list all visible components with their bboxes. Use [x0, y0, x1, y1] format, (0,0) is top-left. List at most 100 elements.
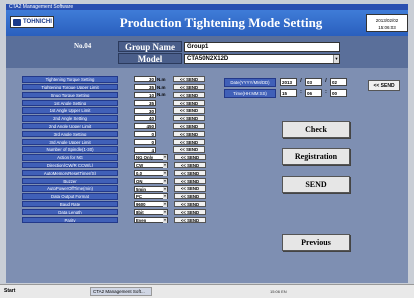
parameter-row: Direction(CW/R CCW/L) CW ▼ << SEND	[22, 162, 206, 169]
parameter-label: Buzzer	[22, 177, 118, 184]
hour-field[interactable]: 15	[280, 89, 297, 97]
parameter-send-button[interactable]: << SEND	[173, 107, 205, 114]
parameter-send-button[interactable]: << SEND	[174, 201, 206, 208]
parameter-send-button[interactable]: << SEND	[174, 169, 206, 177]
parameter-value-field[interactable]: 40	[134, 115, 156, 122]
settings-panel: Tightening Torque Setting 30 N.m << SEND Tig…	[6, 68, 408, 283]
parameter-send-button[interactable]: << SEND	[174, 154, 206, 161]
taskbar-app-tab[interactable]: CTA2 Management Soft...	[90, 287, 152, 296]
parameter-send-button[interactable]: << SEND	[174, 216, 206, 223]
parameter-send-button[interactable]: << SEND	[174, 208, 206, 216]
clock: 2013/02/02 15:06:03	[366, 14, 408, 32]
parameter-label: 2nd Angle Upper Limit	[22, 123, 118, 130]
parameter-row: Action for NG NG Only ▼ << SEND	[22, 154, 206, 161]
parameter-send-button[interactable]: << SEND	[173, 84, 205, 91]
parameter-row: Tightening Torque Setting 30 N.m << SEND	[22, 76, 205, 83]
parameter-label: 2nd Angle Setting	[22, 115, 118, 122]
parameter-unit: N.m	[157, 84, 166, 90]
year-field[interactable]: 2013	[280, 78, 297, 86]
parameter-row: Snug Torque Setting 10 N.m << SEND	[22, 91, 205, 99]
chevron-down-icon[interactable]: ▼	[163, 209, 167, 215]
time-separator: :	[300, 89, 302, 95]
parameter-row: Data Length 8bit ▼ << SEND	[22, 208, 206, 216]
parameter-select[interactable]: 0.0 ▼	[134, 169, 168, 176]
chevron-down-icon[interactable]: ▼	[163, 217, 167, 223]
previous-button[interactable]: Previous	[282, 234, 350, 251]
datetime-send-button[interactable]: << SEND	[368, 80, 400, 91]
parameter-select[interactable]: CW ▼	[134, 162, 168, 169]
parameter-label: Direction(CW/R CCW/L)	[22, 162, 118, 169]
parameter-select[interactable]: 9600 ▼	[134, 201, 168, 208]
parameter-send-button[interactable]: << SEND	[173, 91, 205, 99]
parameter-value-field[interactable]: 35	[134, 99, 156, 106]
parameter-select[interactable]: 5min ▼	[134, 185, 168, 192]
logo-icon	[13, 18, 21, 26]
parameter-value-field[interactable]: 4	[134, 146, 156, 153]
second-field[interactable]: 00	[330, 89, 347, 97]
chevron-down-icon[interactable]: ▼	[163, 163, 167, 169]
parameter-row: Number of Spindle(1-30) 4 << SEND	[22, 146, 205, 153]
check-button[interactable]: Check	[282, 121, 350, 138]
chevron-down-icon[interactable]: ▼	[163, 202, 167, 208]
chevron-down-icon[interactable]: ▼	[163, 194, 167, 200]
model-select[interactable]: CTA50N2X12D ▼	[184, 54, 340, 64]
month-field[interactable]: 03	[305, 78, 322, 86]
parameter-select-value: 0.0	[136, 170, 142, 176]
time-label: Time(HH:MM:SS)	[224, 89, 276, 98]
group-name-field[interactable]: Group1	[184, 42, 340, 52]
chevron-down-icon[interactable]: ▼	[163, 186, 167, 192]
group-name-label: Group Name	[118, 41, 182, 52]
parameter-send-button[interactable]: << SEND	[173, 146, 205, 153]
parameter-value-field[interactable]: 10	[134, 91, 156, 98]
parameter-label: Number of Spindle(1-30)	[22, 146, 118, 153]
day-field[interactable]: 02	[330, 78, 347, 86]
parameter-value-field[interactable]: 450	[134, 123, 156, 130]
parameter-value-field[interactable]: 0	[134, 138, 156, 145]
brand-logo: TOHNICHI	[10, 16, 54, 28]
parameter-send-button[interactable]: << SEND	[173, 99, 205, 106]
parameter-select-value: 5min	[136, 186, 147, 192]
parameter-row: 2nd Angle Upper Limit 450 << SEND	[22, 123, 205, 130]
registration-button[interactable]: Registration	[282, 148, 350, 165]
parameter-send-button[interactable]: << SEND	[174, 162, 206, 169]
minute-field[interactable]: 06	[305, 89, 322, 97]
parameter-value-field[interactable]: 30	[134, 107, 156, 114]
parameter-select[interactable]: Even ▼	[134, 216, 168, 223]
parameter-select[interactable]: ON ▼	[134, 177, 168, 184]
parameter-row: 1st Angle Setting 35 << SEND	[22, 99, 205, 106]
chevron-down-icon[interactable]: ▼	[333, 55, 339, 63]
chevron-down-icon[interactable]: ▼	[163, 178, 167, 184]
parameter-select[interactable]: NG Only ▼	[134, 154, 168, 161]
parameter-send-button[interactable]: << SEND	[173, 76, 205, 83]
parameter-label: 1st Angle Upper Limit	[22, 107, 118, 114]
parameter-row: Baud Rate 9600 ▼ << SEND	[22, 201, 206, 208]
parameter-send-button[interactable]: << SEND	[174, 193, 206, 200]
parameter-label: 3rd Angle Setting	[22, 130, 118, 138]
chevron-down-icon[interactable]: ▼	[163, 170, 167, 176]
parameter-send-button[interactable]: << SEND	[173, 138, 205, 145]
parameter-label: Tightening Torque Setting	[22, 76, 118, 83]
date-separator: /	[325, 78, 327, 84]
parameter-send-button[interactable]: << SEND	[173, 123, 205, 130]
parameter-row: 1st Angle Upper Limit 30 << SEND	[22, 107, 205, 114]
parameter-send-button[interactable]: << SEND	[173, 130, 205, 138]
parameter-send-button[interactable]: << SEND	[174, 185, 206, 192]
parameter-send-button[interactable]: << SEND	[174, 177, 206, 184]
chevron-down-icon[interactable]: ▼	[163, 155, 167, 161]
parameter-select-value: NG Only	[136, 155, 154, 161]
parameter-send-button[interactable]: << SEND	[173, 115, 205, 122]
start-button[interactable]: Start	[4, 287, 24, 296]
brand-logo-text: TOHNICHI	[23, 19, 52, 25]
parameter-unit: N.m	[157, 76, 166, 82]
parameter-label: Data Length	[22, 208, 118, 216]
parameter-value-field[interactable]: 35	[134, 84, 156, 91]
parameter-select-value: CW	[136, 163, 144, 169]
parameter-select[interactable]: 8bit ▼	[134, 208, 168, 215]
parameter-value-field[interactable]: 30	[134, 76, 156, 83]
parameter-select[interactable]: PC ▼	[134, 193, 168, 200]
parameter-value-field[interactable]: 0	[134, 130, 156, 137]
parameter-row: 3rd Angle Setting 0 << SEND	[22, 130, 205, 138]
parameter-select-value: 8bit	[136, 209, 144, 215]
parameter-label: Snug Torque Setting	[22, 91, 118, 99]
send-button[interactable]: SEND	[282, 176, 350, 193]
